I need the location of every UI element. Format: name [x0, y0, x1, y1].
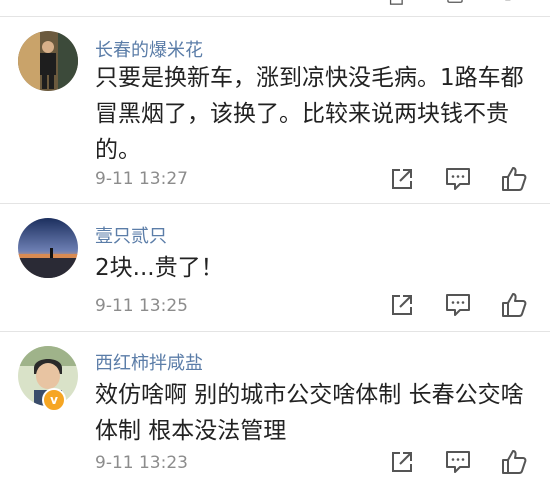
like-icon: [502, 450, 527, 474]
comment-item: 长春的爆米花 只要是换新车，涨到凉快没毛病。1路车都冒黑烟了，该换了。比较来说两…: [0, 18, 550, 204]
username[interactable]: 西红柿拌咸盐: [95, 349, 203, 375]
username[interactable]: 壹只贰只: [95, 222, 167, 248]
like-button[interactable]: [500, 291, 528, 319]
username[interactable]: 长春的爆米花: [95, 36, 203, 62]
share-icon: [392, 169, 412, 189]
share-button[interactable]: [388, 165, 416, 193]
share-icon[interactable]: [388, 0, 406, 8]
like-icon: [502, 293, 527, 317]
like-button[interactable]: [500, 448, 528, 476]
timestamp: 9-11 13:25: [95, 296, 188, 316]
reply-button[interactable]: [444, 291, 472, 319]
comment-text: 效仿啥啊 别的城市公交啥体制 长春公交啥体制 根本没法管理: [95, 382, 524, 444]
comment-actions: [383, 448, 533, 476]
user-photo-icon: [18, 31, 78, 91]
comment-text: 2块...贵了！: [95, 255, 224, 281]
like-button[interactable]: [500, 165, 528, 193]
reply-button[interactable]: [444, 448, 472, 476]
share-button[interactable]: [388, 291, 416, 319]
comment-icon: [446, 294, 470, 316]
comment-text: 只要是换新车，涨到凉快没毛病。1路车都冒黑烟了，该换了。比较来说两块钱不贵的。: [95, 65, 524, 163]
like-icon[interactable]: [504, 0, 522, 8]
comment-icon[interactable]: [446, 0, 464, 8]
avatar[interactable]: [18, 31, 78, 91]
comment-item: 壹只贰只 2块...贵了！ 9-11 13:25: [0, 204, 550, 332]
share-icon: [392, 295, 412, 315]
share-icon: [392, 452, 412, 472]
reply-button[interactable]: [444, 165, 472, 193]
user-photo-icon: [18, 218, 78, 278]
verified-badge: v: [42, 388, 66, 412]
comment-icon: [446, 451, 470, 473]
comment-actions: [383, 291, 533, 319]
like-icon: [502, 167, 527, 191]
share-button[interactable]: [388, 448, 416, 476]
comment-icon: [446, 168, 470, 190]
comment-item: v 西红柿拌咸盐 效仿啥啊 别的城市公交啥体制 长春公交啥体制 根本没法管理 9…: [0, 332, 550, 492]
divider: [0, 16, 550, 17]
avatar[interactable]: [18, 218, 78, 278]
previous-comment-actions: [0, 0, 550, 14]
timestamp: 9-11 13:23: [95, 453, 188, 473]
comment-actions: [383, 165, 533, 193]
timestamp: 9-11 13:27: [95, 169, 188, 189]
